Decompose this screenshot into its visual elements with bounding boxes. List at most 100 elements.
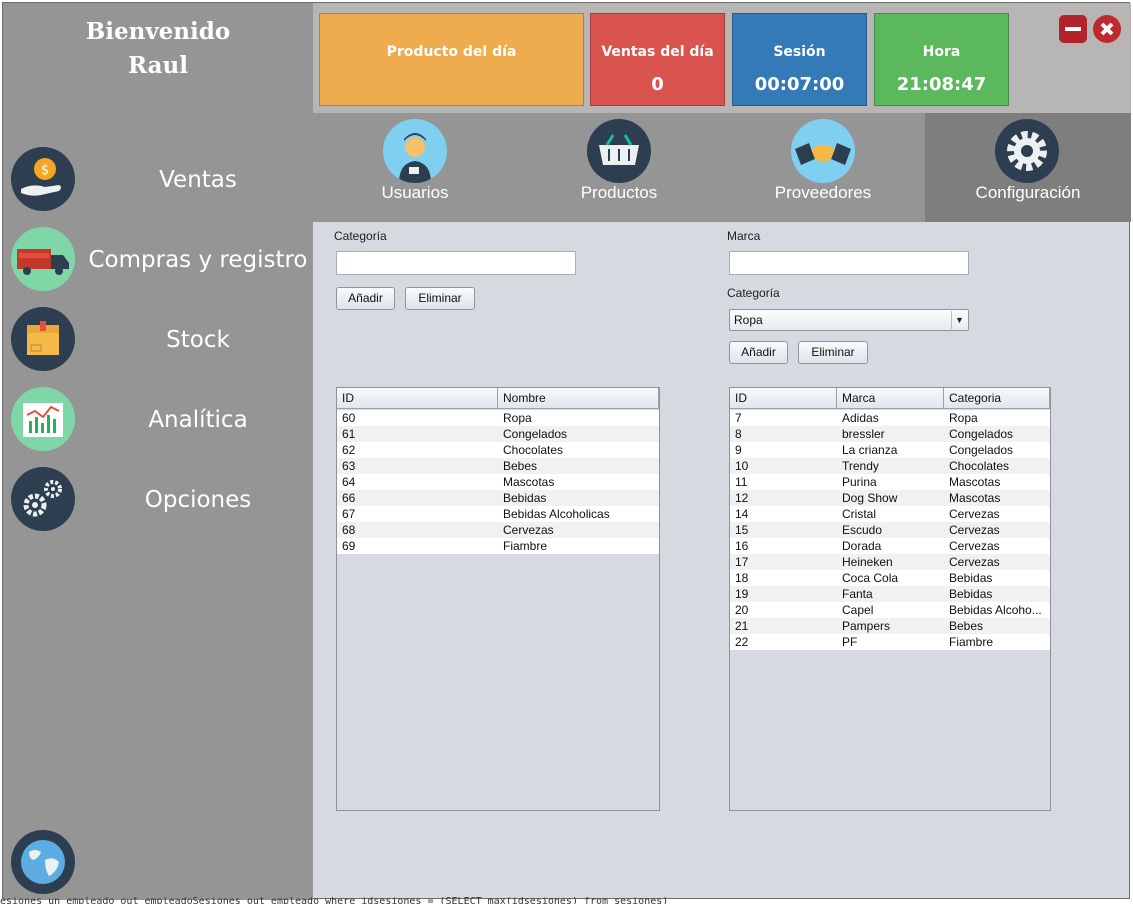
table-cell: Congelados xyxy=(949,427,1014,441)
table-cell: Bebes xyxy=(949,619,984,633)
table-row[interactable]: 62 Chocolates xyxy=(337,442,659,458)
column-header-categoria[interactable]: Categoria xyxy=(944,388,1050,408)
table-row[interactable]: 8 bressler Congelados xyxy=(730,426,1050,442)
table-row[interactable]: 22 PF Fiambre xyxy=(730,634,1050,650)
delete-category-button[interactable]: Eliminar xyxy=(405,287,475,310)
tab-label: Proveedores xyxy=(774,183,872,202)
table-row[interactable]: 7 Adidas Ropa xyxy=(730,410,1050,426)
table-row[interactable]: 69 Fiambre xyxy=(337,538,659,554)
table-body: 60 Ropa 61 Congelados 62 Chocolates 63 Bebes 64 M… xyxy=(337,410,659,554)
sales-of-day-card: Ventas del día 0 xyxy=(590,13,725,106)
table-row[interactable]: 19 Fanta Bebidas xyxy=(730,586,1050,602)
tab-bar: Usuarios Productos Proveedores Configura… xyxy=(313,113,1131,222)
table-row[interactable]: 10 Trendy Chocolates xyxy=(730,458,1050,474)
tab-usuarios[interactable]: Usuarios xyxy=(313,113,517,222)
table-row[interactable]: 61 Congelados xyxy=(337,426,659,442)
basket-icon xyxy=(587,119,651,183)
chart-icon xyxy=(11,387,75,451)
table-row[interactable]: 16 Dorada Cervezas xyxy=(730,538,1050,554)
table-cell: Congelados xyxy=(949,443,1014,457)
add-brand-button[interactable]: Añadir xyxy=(729,341,788,364)
tab-configuracion[interactable]: Configuración xyxy=(925,113,1131,222)
brand-table[interactable]: ID Marca Categoria 7 Adidas Ropa 8 bressler C… xyxy=(729,387,1051,811)
table-row[interactable]: 14 Cristal Cervezas xyxy=(730,506,1050,522)
brand-input[interactable] xyxy=(729,251,969,275)
table-cell: Dog Show xyxy=(842,491,898,505)
table-row[interactable]: 63 Bebes xyxy=(337,458,659,474)
table-cell: 14 xyxy=(735,507,749,521)
table-row[interactable]: 21 Pampers Bebes xyxy=(730,618,1050,634)
column-header-id[interactable]: ID xyxy=(337,388,498,408)
welcome-user: Raul xyxy=(127,52,188,79)
table-cell: Cervezas xyxy=(949,523,1000,537)
tab-productos[interactable]: Productos xyxy=(517,113,721,222)
table-row[interactable]: 68 Cervezas xyxy=(337,522,659,538)
table-row[interactable]: 66 Bebidas xyxy=(337,490,659,506)
table-cell: Bebidas xyxy=(949,571,993,585)
sidebar-item-analitica[interactable]: Analítica xyxy=(3,380,313,460)
table-cell: PF xyxy=(842,635,858,649)
table-cell: 10 xyxy=(735,459,749,473)
sidebar-item-label: Stock xyxy=(166,327,230,353)
tab-label: Productos xyxy=(580,183,658,202)
welcome-panel: Bienvenido Raul xyxy=(3,3,313,113)
sidebar-item-label: Opciones xyxy=(144,487,252,513)
table-row[interactable]: 20 Capel Bebidas Alcoho... xyxy=(730,602,1050,618)
table-cell: 20 xyxy=(735,603,749,617)
table-cell: 21 xyxy=(735,619,749,633)
minimize-icon[interactable] xyxy=(1059,15,1087,43)
table-cell: Escudo xyxy=(842,523,883,537)
column-header-marca[interactable]: Marca xyxy=(837,388,944,408)
table-cell: Heineken xyxy=(842,555,893,569)
table-cell: Chocolates xyxy=(503,443,564,457)
product-of-day-card: Producto del día xyxy=(319,13,584,106)
globe-icon[interactable] xyxy=(11,830,75,894)
sidebar: Bienvenido Raul $ Ventas Compras y regis… xyxy=(3,3,313,900)
sidebar-item-label: Analítica xyxy=(148,407,248,433)
app-window: Bienvenido Raul $ Ventas Compras y regis… xyxy=(2,2,1131,900)
column-header-id[interactable]: ID xyxy=(730,388,837,408)
handshake-icon xyxy=(791,119,855,183)
table-row[interactable]: 12 Dog Show Mascotas xyxy=(730,490,1050,506)
delete-brand-button[interactable]: Eliminar xyxy=(798,341,868,364)
category-table[interactable]: ID Nombre 60 Ropa 61 Congelados 62 Chocolates… xyxy=(336,387,660,811)
sidebar-item-opciones[interactable]: Opciones xyxy=(3,460,313,540)
table-row[interactable]: 18 Coca Cola Bebidas xyxy=(730,570,1050,586)
sidebar-item-compras[interactable]: Compras y registro xyxy=(3,220,313,300)
table-cell: Cervezas xyxy=(949,555,1000,569)
table-cell: 15 xyxy=(735,523,749,537)
table-cell: 12 xyxy=(735,491,749,505)
table-cell: Ropa xyxy=(503,411,532,425)
table-row[interactable]: 17 Heineken Cervezas xyxy=(730,554,1050,570)
table-row[interactable]: 67 Bebidas Alcoholicas xyxy=(337,506,659,522)
table-row[interactable]: 60 Ropa xyxy=(337,410,659,426)
category-label: Categoría xyxy=(334,229,387,243)
table-cell: 66 xyxy=(342,491,356,505)
tab-proveedores[interactable]: Proveedores xyxy=(721,113,925,222)
column-header-nombre[interactable]: Nombre xyxy=(498,388,659,408)
add-category-button[interactable]: Añadir xyxy=(336,287,395,310)
table-row[interactable]: 64 Mascotas xyxy=(337,474,659,490)
sidebar-item-ventas[interactable]: $ Ventas xyxy=(3,140,313,220)
tab-label: Usuarios xyxy=(381,183,449,202)
gears-icon xyxy=(11,467,75,531)
table-cell: bressler xyxy=(842,427,885,441)
close-icon[interactable] xyxy=(1093,15,1121,43)
table-row[interactable]: 9 La crianza Congelados xyxy=(730,442,1050,458)
table-row[interactable]: 11 Purina Mascotas xyxy=(730,474,1050,490)
table-cell: 22 xyxy=(735,635,749,649)
table-cell: Bebes xyxy=(503,459,538,473)
chevron-down-icon[interactable]: ▼ xyxy=(951,311,967,329)
table-row[interactable]: 15 Escudo Cervezas xyxy=(730,522,1050,538)
package-box-icon xyxy=(11,307,75,371)
brand-category-select[interactable]: Ropa ▼ xyxy=(729,309,969,331)
category-input[interactable] xyxy=(336,251,576,275)
table-header: ID Marca Categoria xyxy=(730,388,1050,409)
sidebar-item-stock[interactable]: Stock xyxy=(3,300,313,380)
table-cell: 17 xyxy=(735,555,749,569)
table-cell: 9 xyxy=(735,443,742,457)
table-cell: Coca Cola xyxy=(842,571,899,585)
card-value: 21:08:47 xyxy=(896,74,987,95)
table-cell: Fiambre xyxy=(949,635,994,649)
card-title: Sesión xyxy=(773,44,826,60)
